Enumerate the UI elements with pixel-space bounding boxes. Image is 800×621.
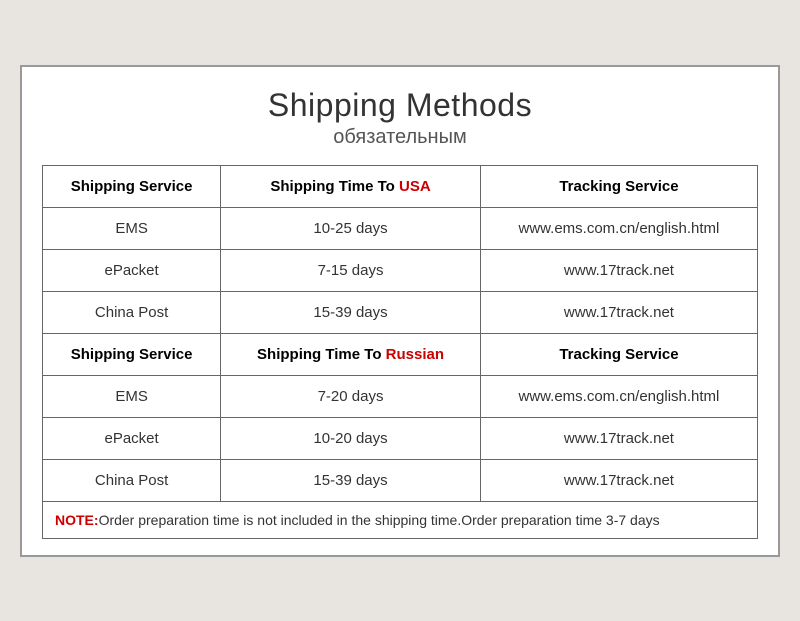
usa-row3-tracking: www.17track.net	[480, 291, 757, 333]
usa-row1-tracking: www.ems.com.cn/english.html	[480, 207, 757, 249]
subtitle: обязательным	[42, 126, 758, 149]
note-text: Order preparation time is not included i…	[99, 512, 660, 528]
table-row: China Post 15-39 days www.17track.net	[43, 459, 758, 501]
usa-row1-time: 10-25 days	[221, 207, 481, 249]
table-row: China Post 15-39 days www.17track.net	[43, 291, 758, 333]
table-row: EMS 10-25 days www.ems.com.cn/english.ht…	[43, 207, 758, 249]
russian-row1-tracking: www.ems.com.cn/english.html	[480, 375, 757, 417]
russian-row2-time: 10-20 days	[221, 417, 481, 459]
title-section: Shipping Methods обязательным	[42, 87, 758, 149]
russian-col2-prefix: Shipping Time To	[257, 346, 386, 363]
russian-row3-time: 15-39 days	[221, 459, 481, 501]
usa-row3-time: 15-39 days	[221, 291, 481, 333]
russian-highlight: Russian	[386, 346, 444, 363]
russian-col1-header: Shipping Service	[43, 333, 221, 375]
usa-header-row: Shipping Service Shipping Time To USA Tr…	[43, 165, 758, 207]
russian-col3-header: Tracking Service	[480, 333, 757, 375]
usa-col2-prefix: Shipping Time To	[270, 178, 399, 195]
usa-col1-header: Shipping Service	[43, 165, 221, 207]
main-title: Shipping Methods	[42, 87, 758, 124]
table-row: ePacket 7-15 days www.17track.net	[43, 249, 758, 291]
russian-row1-service: EMS	[43, 375, 221, 417]
russian-header-row: Shipping Service Shipping Time To Russia…	[43, 333, 758, 375]
usa-row3-service: China Post	[43, 291, 221, 333]
note-cell: NOTE:Order preparation time is not inclu…	[43, 501, 758, 538]
russian-row1-time: 7-20 days	[221, 375, 481, 417]
note-label: NOTE:	[55, 512, 99, 528]
russian-row2-service: ePacket	[43, 417, 221, 459]
note-row: NOTE:Order preparation time is not inclu…	[43, 501, 758, 538]
main-container: Shipping Methods обязательным Shipping S…	[20, 65, 780, 557]
usa-highlight: USA	[399, 178, 431, 195]
table-row: EMS 7-20 days www.ems.com.cn/english.htm…	[43, 375, 758, 417]
shipping-table: Shipping Service Shipping Time To USA Tr…	[42, 165, 758, 539]
usa-row2-service: ePacket	[43, 249, 221, 291]
usa-row1-service: EMS	[43, 207, 221, 249]
russian-row2-tracking: www.17track.net	[480, 417, 757, 459]
table-row: ePacket 10-20 days www.17track.net	[43, 417, 758, 459]
usa-col3-header: Tracking Service	[480, 165, 757, 207]
usa-row2-time: 7-15 days	[221, 249, 481, 291]
russian-row3-tracking: www.17track.net	[480, 459, 757, 501]
russian-col2-header: Shipping Time To Russian	[221, 333, 481, 375]
russian-row3-service: China Post	[43, 459, 221, 501]
usa-row2-tracking: www.17track.net	[480, 249, 757, 291]
usa-col2-header: Shipping Time To USA	[221, 165, 481, 207]
